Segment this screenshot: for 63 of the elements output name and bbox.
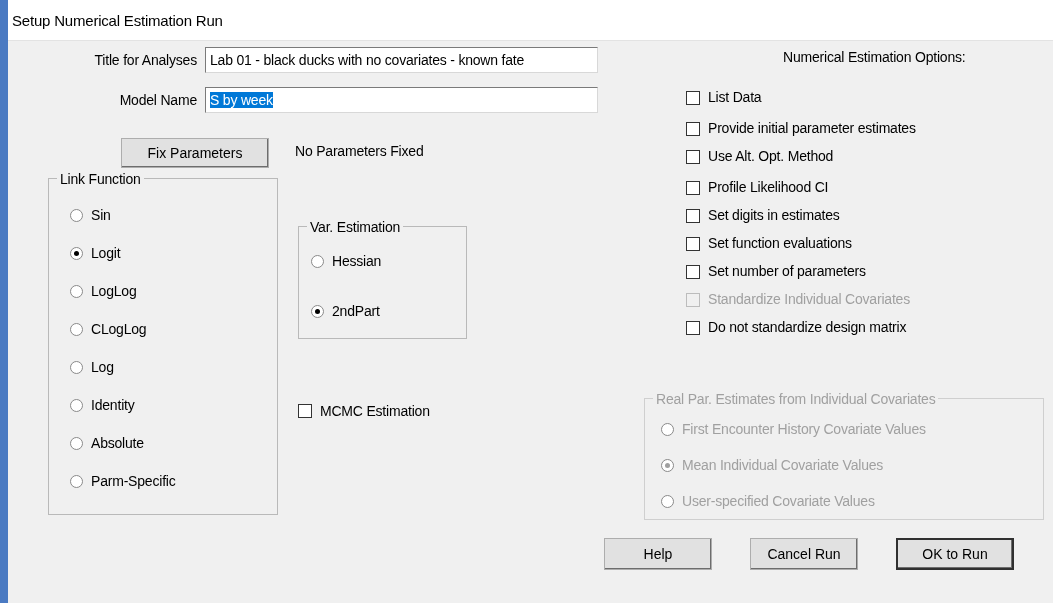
radio-icon[interactable]	[311, 254, 324, 268]
radio-option[interactable]: CLogLog	[70, 319, 277, 339]
checkbox-label: Set digits in estimates	[708, 206, 840, 225]
radio-label: 2ndPart	[332, 301, 380, 321]
status-text: No Parameters Fixed	[295, 142, 424, 161]
options-heading: Numerical Estimation Options:	[783, 48, 966, 67]
dialog-button[interactable]: OK to Run	[896, 538, 1014, 570]
dialog-button[interactable]: Cancel Run	[750, 538, 858, 570]
radio-option[interactable]: Absolute	[70, 433, 277, 453]
checkbox[interactable]	[686, 149, 700, 164]
checkbox-label: MCMC Estimation	[320, 401, 430, 421]
radio-label: Sin	[91, 205, 111, 225]
radio-label: Absolute	[91, 433, 144, 453]
checkbox[interactable]	[686, 90, 700, 105]
checkbox-label: Set function evaluations	[708, 234, 852, 253]
radio-option[interactable]: 2ndPart	[311, 301, 466, 321]
checkbox[interactable]	[686, 264, 700, 279]
radio-label: Hessian	[332, 251, 382, 271]
radio-option[interactable]: Logit	[70, 243, 277, 263]
checkbox-label: Provide initial parameter estimates	[708, 119, 916, 138]
radio-icon[interactable]	[70, 208, 83, 222]
radio-label: User-specified Covariate Values	[682, 491, 875, 511]
checkbox[interactable]	[298, 404, 312, 418]
radio-label: CLogLog	[91, 319, 147, 339]
checkbox-label: Standardize Individual Covariates	[708, 290, 910, 309]
checkbox-label: Do not standardize design matrix	[708, 318, 907, 337]
text-field[interactable]: S by week	[205, 87, 598, 113]
dialog-button[interactable]: Help	[604, 538, 712, 570]
field-label: Model Name	[118, 90, 198, 110]
radio-icon[interactable]	[70, 474, 83, 488]
radio-label: LogLog	[91, 281, 137, 301]
radio-option[interactable]: Log	[70, 357, 277, 377]
checkbox-label: Profile Likelihood CI	[708, 178, 829, 197]
radio-icon[interactable]	[70, 322, 83, 336]
radio-label: Log	[91, 357, 114, 377]
radio-option[interactable]: Sin	[70, 205, 277, 225]
text-field[interactable]: Lab 01 - black ducks with no covariates - known fate	[205, 47, 598, 73]
checkbox[interactable]	[686, 320, 700, 335]
radio-option[interactable]: Identity	[70, 395, 277, 415]
radio-icon[interactable]	[70, 360, 83, 374]
radio-icon[interactable]	[70, 398, 83, 412]
radio-icon[interactable]	[70, 436, 83, 450]
checkbox[interactable]	[686, 236, 700, 251]
radio-icon[interactable]	[311, 304, 324, 318]
radio-option[interactable]: Hessian	[311, 251, 466, 271]
radio-label: Logit	[91, 243, 121, 263]
checkbox[interactable]	[686, 180, 700, 195]
radio-label: Parm-Specific	[91, 471, 176, 491]
radio-label: Identity	[91, 395, 135, 415]
field-label: Title for Analyses	[93, 50, 198, 70]
radio-icon[interactable]	[70, 246, 83, 260]
radio-option[interactable]: LogLog	[70, 281, 277, 301]
radio-icon[interactable]	[70, 284, 83, 298]
checkbox-label: Set number of parameters	[708, 262, 866, 281]
checkbox[interactable]	[686, 208, 700, 223]
checkbox[interactable]	[686, 121, 700, 136]
radio-label: First Encounter History Covariate Values	[682, 419, 926, 439]
checkbox-label: List Data	[708, 88, 762, 107]
radio-option[interactable]: Parm-Specific	[70, 471, 277, 491]
radio-label: Mean Individual Covariate Values	[682, 455, 884, 475]
checkbox-label: Use Alt. Opt. Method	[708, 147, 834, 166]
fix-parameters-button[interactable]: Fix Parameters	[121, 138, 269, 168]
window-title: Setup Numerical Estimation Run	[12, 11, 223, 31]
